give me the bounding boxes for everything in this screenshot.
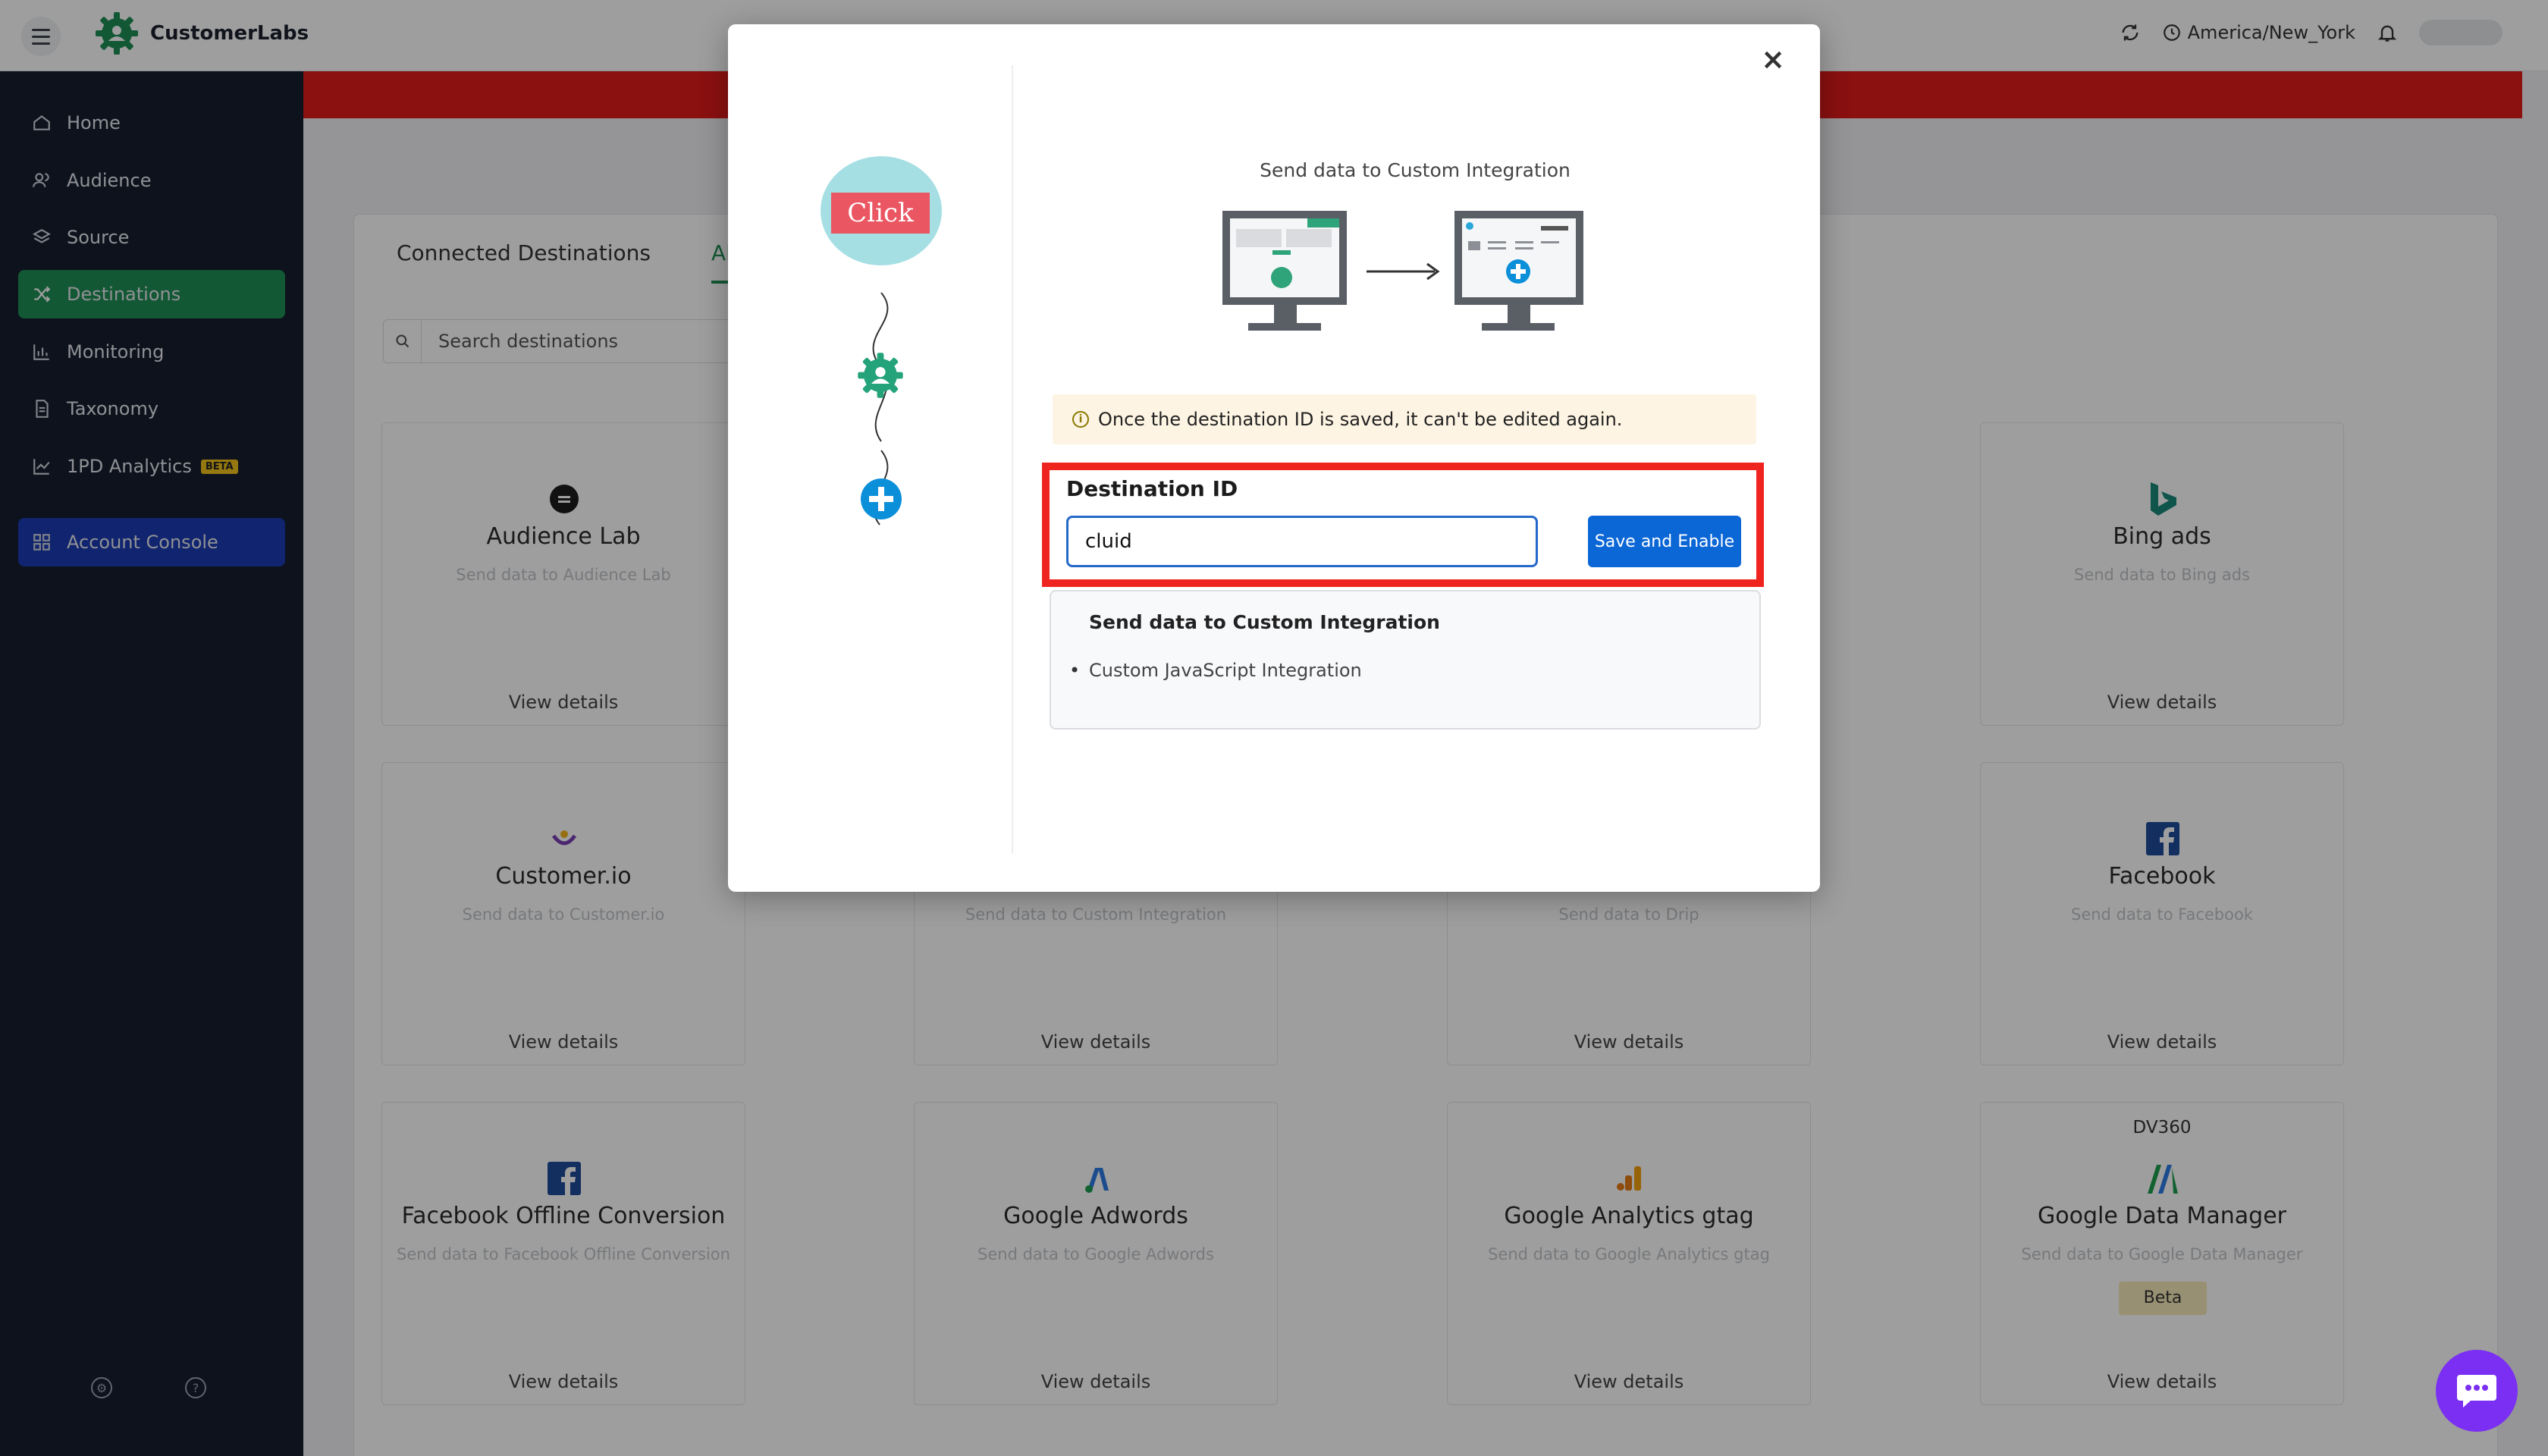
info-card-list: Custom JavaScript Integration — [1069, 660, 1362, 681]
edit-warning-notice: i Once the destination ID is saved, it c… — [1053, 394, 1756, 444]
integration-illustration — [1222, 211, 1583, 331]
chat-bubble-icon — [2457, 1375, 2496, 1407]
gear-step-icon — [858, 353, 903, 398]
info-card-title: Send data to Custom Integration — [1089, 611, 1440, 633]
destination-id-input[interactable] — [1066, 516, 1538, 567]
plus-step-icon — [861, 479, 902, 519]
integration-info-card: Send data to Custom Integration Custom J… — [1050, 590, 1761, 730]
destination-id-label: Destination ID — [1066, 476, 1238, 501]
info-icon: i — [1072, 411, 1089, 428]
modal-divider — [1012, 65, 1013, 854]
custom-integration-modal: × Click Send data to Custom Integration — [728, 24, 1820, 892]
chat-widget-button[interactable] — [2436, 1350, 2518, 1432]
notice-text: Once the destination ID is saved, it can… — [1098, 409, 1623, 430]
close-icon[interactable]: × — [1761, 42, 1785, 76]
save-and-enable-button[interactable]: Save and Enable — [1588, 516, 1741, 567]
illustration-title: Send data to Custom Integration — [1260, 159, 1571, 181]
click-step-label: Click — [831, 193, 930, 234]
list-item: Custom JavaScript Integration — [1069, 660, 1362, 681]
